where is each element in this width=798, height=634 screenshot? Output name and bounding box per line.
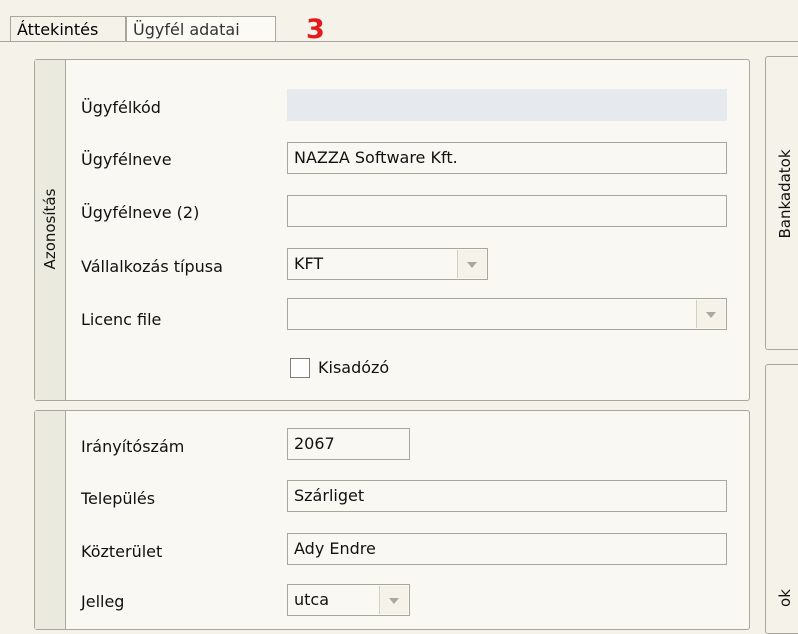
- license-file-dropdown-button[interactable]: [696, 300, 725, 328]
- side-tab-second[interactable]: ok: [765, 364, 798, 634]
- zip-label: Irányítószám: [81, 437, 185, 456]
- street-label: Közterület: [81, 542, 163, 561]
- street-type-label: Jelleg: [81, 592, 125, 611]
- customer-code-field: [287, 89, 727, 121]
- chevron-down-icon: [706, 312, 716, 318]
- customer-name2-field[interactable]: [287, 195, 727, 227]
- city-label: Település: [81, 489, 156, 508]
- street-type-dropdown-button[interactable]: [379, 586, 408, 614]
- tab-divider: [0, 41, 798, 42]
- step-annotation: 3: [306, 14, 325, 45]
- license-file-label: Licenc file: [81, 310, 162, 329]
- zip-field[interactable]: 2067: [287, 428, 410, 460]
- tab-attekintes[interactable]: Áttekintés: [10, 16, 126, 42]
- customer-name2-label: Ügyfélneve (2): [81, 203, 200, 222]
- customer-code-label: Ügyfélkód: [81, 98, 161, 117]
- small-taxpayer-checkbox[interactable]: [290, 358, 310, 378]
- side-tab-second-label: ok: [776, 589, 794, 607]
- small-taxpayer-label: Kisadózó: [318, 358, 390, 377]
- customer-name-field[interactable]: NAZZA Software Kft.: [287, 142, 727, 174]
- company-type-select[interactable]: KFT: [287, 248, 488, 280]
- chevron-down-icon: [389, 598, 399, 604]
- company-type-label: Vállalkozás típusa: [81, 257, 223, 276]
- tab-ugyfel-adatai[interactable]: Ügyfél adatai: [126, 16, 276, 42]
- chevron-down-icon: [467, 262, 477, 268]
- license-file-select[interactable]: [287, 298, 727, 330]
- company-type-dropdown-button[interactable]: [457, 250, 486, 278]
- side-tab-bankadatok[interactable]: Bankadatok: [765, 56, 798, 350]
- street-field[interactable]: Ady Endre: [287, 533, 727, 565]
- address-group-strip: [35, 411, 66, 629]
- company-type-value: KFT: [294, 254, 324, 273]
- side-tab-bankadatok-label: Bankadatok: [776, 149, 794, 239]
- identification-group-title: Azonosítás: [41, 188, 59, 270]
- customer-name-label: Ügyfélneve: [81, 150, 172, 169]
- street-type-value: utca: [294, 590, 330, 609]
- city-field[interactable]: Szárliget: [287, 480, 727, 512]
- identification-group-strip: Azonosítás: [35, 60, 66, 400]
- street-type-select[interactable]: utca: [287, 584, 410, 616]
